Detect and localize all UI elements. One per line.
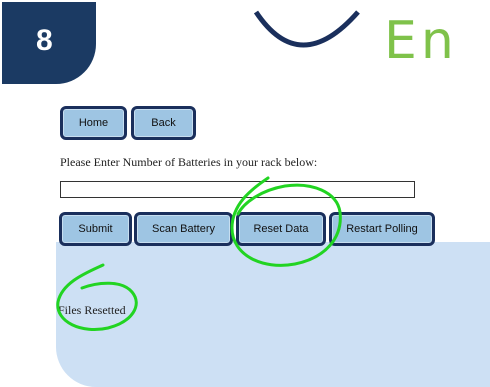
logo-text: En: [384, 11, 458, 70]
batteries-count-input[interactable]: [60, 181, 415, 198]
scan-battery-button[interactable]: Scan Battery: [134, 212, 233, 246]
submit-button[interactable]: Submit: [59, 212, 132, 246]
step-badge: 8: [2, 2, 96, 84]
restart-polling-button[interactable]: Restart Polling: [329, 212, 435, 246]
logo-arc: [253, 10, 360, 48]
batteries-prompt: Please Enter Number of Batteries in your…: [60, 155, 318, 169]
step-number: 8: [36, 24, 53, 57]
reset-data-button[interactable]: Reset Data: [236, 212, 326, 246]
back-button[interactable]: Back: [131, 106, 196, 140]
home-button[interactable]: Home: [60, 106, 127, 140]
company-logo: En: [253, 10, 458, 70]
status-message: Files Resetted: [58, 303, 126, 317]
